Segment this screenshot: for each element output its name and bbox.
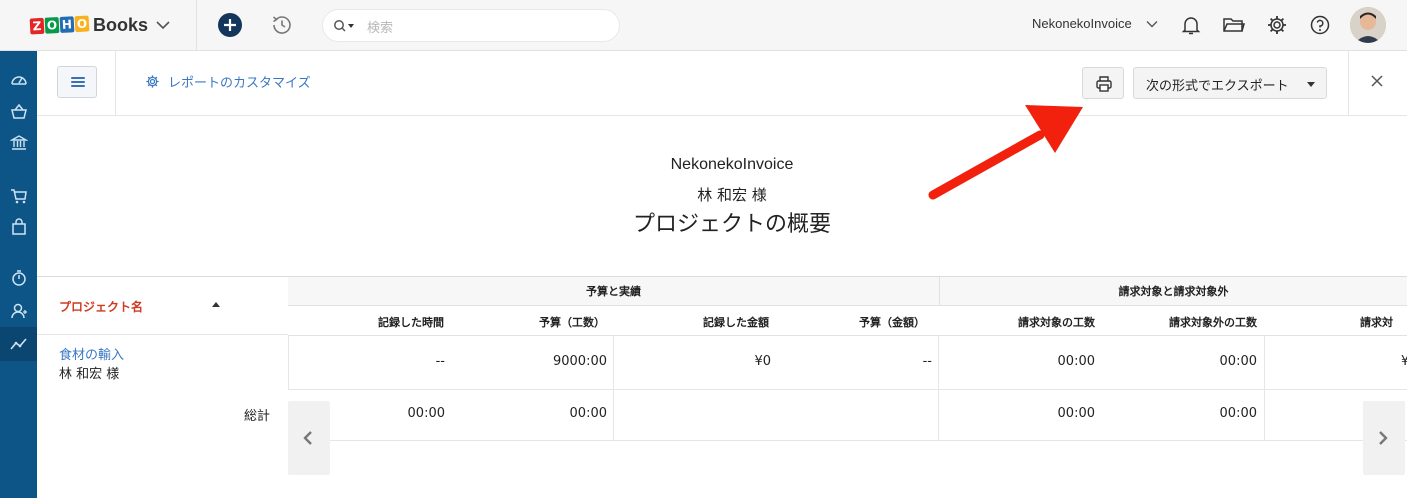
chevron-right-icon — [1379, 431, 1388, 445]
divider — [1348, 51, 1349, 116]
chevron-down-icon[interactable] — [156, 20, 170, 30]
cell-nonbillable-hours: 00:00 — [1219, 354, 1257, 369]
col-budget-amount: 予算（金額） — [859, 316, 925, 329]
export-dropdown-button[interactable]: 次の形式でエクスポート — [1133, 67, 1327, 99]
search-input[interactable]: 検索 — [322, 9, 620, 42]
printer-icon — [1096, 76, 1112, 92]
project-name-header[interactable]: プロジェクト名 — [59, 298, 143, 315]
divider — [115, 51, 116, 116]
customize-report-label: レポートのカスタマイズ — [168, 76, 311, 91]
col-budget-hours: 予算（工数） — [539, 316, 605, 329]
project-link[interactable]: 食材の輸入 — [59, 344, 124, 363]
basket-icon[interactable] — [10, 103, 28, 121]
cell-budget-amount: -- — [922, 354, 932, 369]
hamburger-icon[interactable] — [57, 66, 97, 98]
group-header-budget: 予算と実績 — [586, 285, 641, 298]
avatar[interactable] — [1350, 7, 1386, 43]
col-billable-hours: 請求対象の工数 — [1018, 316, 1095, 329]
project-customer: 林 和宏 様 — [59, 367, 120, 382]
product-name: Books — [93, 14, 149, 35]
logo-letter: O — [44, 17, 60, 34]
folder-icon[interactable] — [1222, 14, 1246, 36]
gear-icon[interactable] — [1266, 14, 1288, 36]
divider — [288, 389, 1407, 390]
bank-icon[interactable] — [10, 134, 28, 152]
total-nonbillable-hours: 00:00 — [1219, 406, 1257, 421]
help-icon[interactable] — [1309, 14, 1331, 36]
top-bar: Z O H O Books 検索 NekonekoInvoice — [0, 0, 1407, 51]
zoho-logo-mark: Z O H O — [29, 15, 90, 35]
total-logged-hours: 00:00 — [407, 406, 445, 421]
bag-icon[interactable] — [10, 218, 28, 236]
cell-billable-partial: ¥ — [1401, 354, 1407, 369]
gear-icon — [146, 75, 159, 88]
left-sidebar — [0, 51, 37, 498]
total-label: 総計 — [244, 409, 271, 424]
search-placeholder: 検索 — [367, 20, 394, 35]
customize-report-link[interactable]: レポートのカスタマイズ — [145, 72, 311, 91]
organization-switcher[interactable]: NekonekoInvoice — [1032, 16, 1132, 31]
reports-icon[interactable] — [10, 335, 28, 353]
col-logged-amount: 記録した金額 — [703, 316, 769, 329]
col-logged-hours: 記録した時間 — [378, 316, 444, 329]
divider — [288, 440, 1407, 441]
report-organization: NekonekoInvoice — [670, 156, 794, 173]
divider — [37, 334, 288, 335]
scroll-right-button[interactable] — [1363, 401, 1405, 475]
col-billable-partial: 請求対 — [1360, 316, 1393, 329]
chevron-left-icon — [303, 431, 312, 445]
logo-letter: O — [74, 15, 90, 33]
timer-icon[interactable] — [10, 269, 28, 287]
scroll-left-button[interactable] — [288, 401, 330, 475]
history-icon[interactable] — [270, 13, 294, 37]
search-icon[interactable] — [333, 19, 357, 33]
user-icon[interactable] — [10, 302, 28, 320]
cell-budget-hours: 9000:00 — [552, 354, 607, 369]
page-title: プロジェクトの概要 — [632, 212, 831, 237]
group-header-billable: 請求対象と請求対象外 — [939, 277, 1407, 306]
divider — [288, 336, 289, 390]
total-billable-hours: 00:00 — [1057, 406, 1095, 421]
column-header-row: 記録した時間 予算（工数） 記録した金額 予算（金額） 請求対象の工数 請求対象… — [288, 306, 1407, 336]
logo-letter: Z — [29, 17, 45, 35]
cell-logged-amount: ¥0 — [754, 354, 771, 369]
report-toolbar: レポートのカスタマイズ 次の形式でエクスポート — [37, 51, 1407, 116]
bell-icon[interactable] — [1180, 14, 1202, 36]
divider — [196, 0, 197, 51]
plus-icon[interactable] — [218, 13, 242, 37]
sort-icon[interactable] — [212, 301, 220, 309]
chevron-down-icon[interactable] — [1146, 20, 1158, 28]
caret-down-icon — [1307, 82, 1315, 87]
logo-letter: H — [59, 16, 75, 33]
dashboard-icon[interactable] — [10, 71, 28, 89]
cell-logged-hours: -- — [435, 354, 445, 369]
col-nonbillable-hours: 請求対象外の工数 — [1169, 316, 1257, 329]
total-budget-hours: 00:00 — [569, 406, 607, 421]
cell-billable-hours: 00:00 — [1057, 354, 1095, 369]
zoho-books-logo[interactable]: Z O H O Books — [29, 13, 170, 37]
export-label: 次の形式でエクスポート — [1146, 79, 1289, 94]
report-customer: 林 和宏 様 — [697, 186, 767, 204]
project-column: プロジェクト名 食材の輸入 林 和宏 様 総計 — [37, 277, 288, 498]
annotation-arrow — [928, 105, 1083, 200]
close-icon[interactable] — [1370, 74, 1384, 88]
cart-icon[interactable] — [10, 187, 28, 205]
